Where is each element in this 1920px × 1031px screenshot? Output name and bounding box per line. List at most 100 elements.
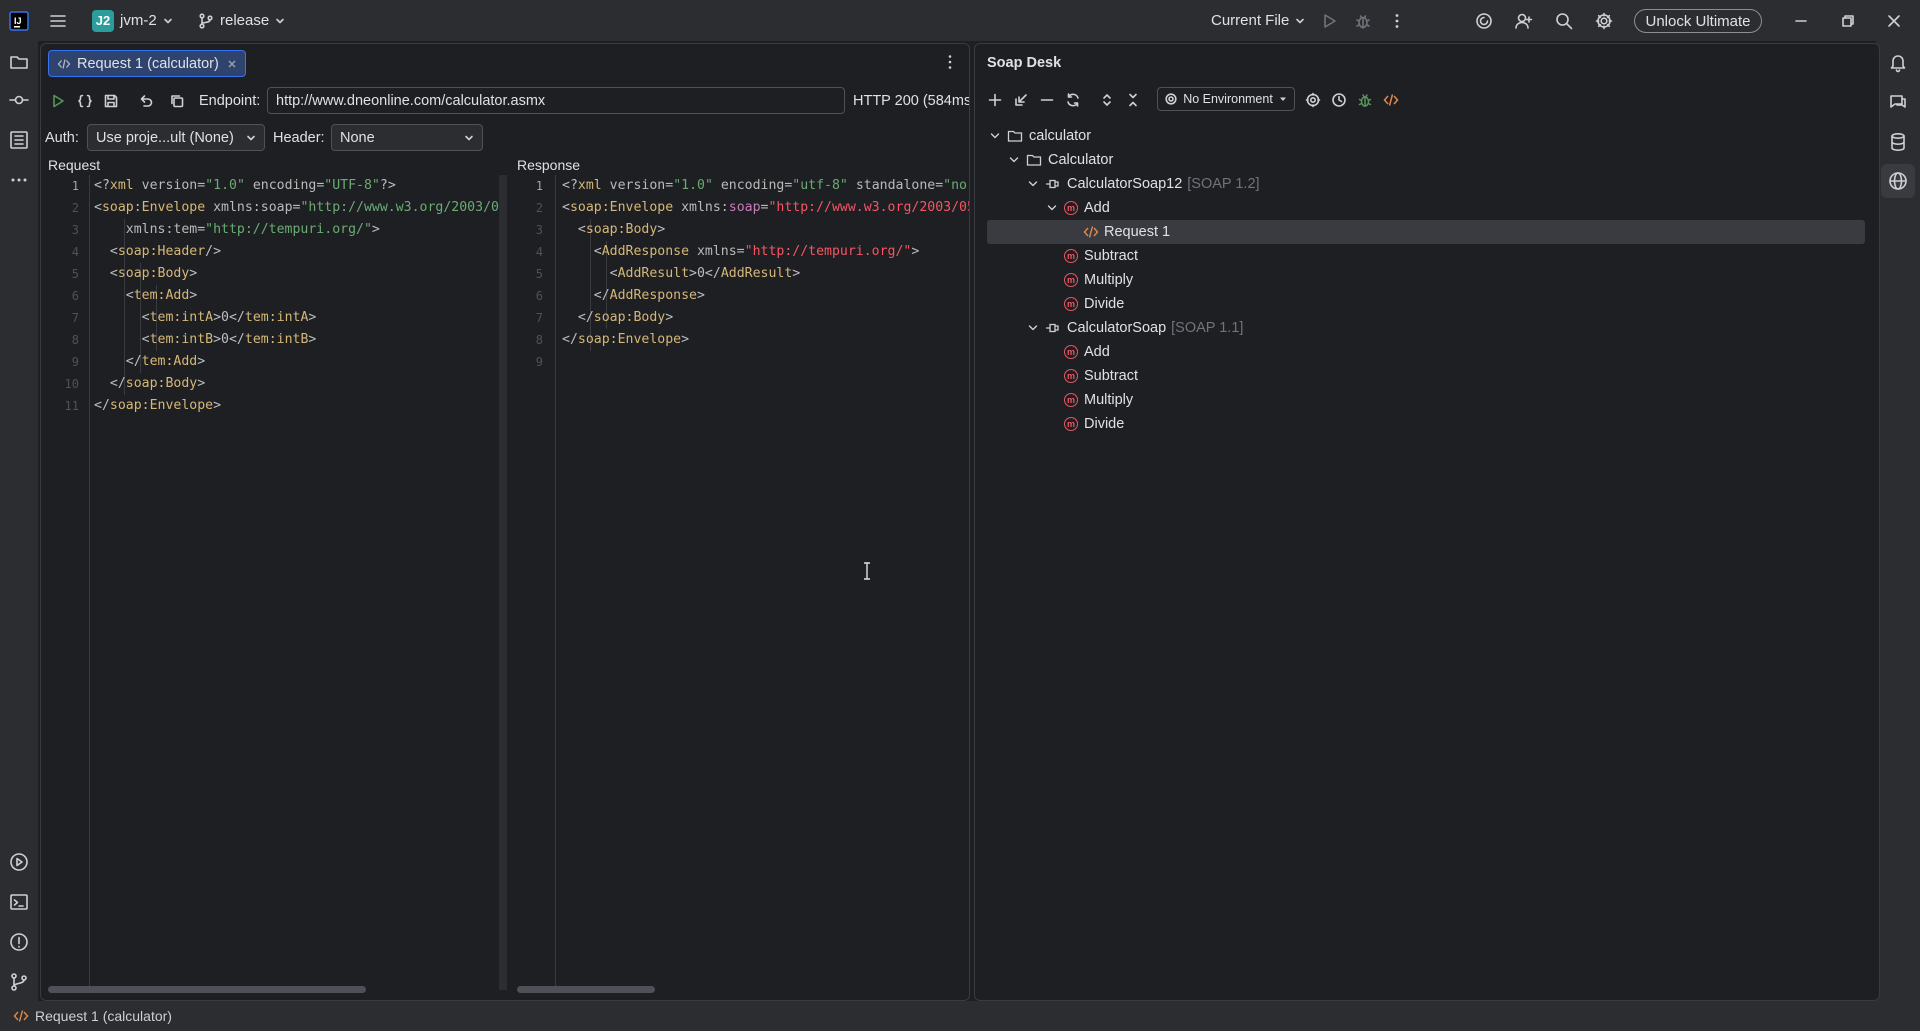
tree-node-method[interactable]: m Add	[987, 340, 1865, 364]
debug-icon[interactable]	[1354, 0, 1372, 41]
tree-node-label: Divide	[1084, 296, 1125, 312]
code-line: </soap:Body>	[94, 373, 205, 395]
terminal-icon[interactable]	[8, 891, 30, 913]
refresh-icon[interactable]	[1065, 92, 1081, 108]
save-icon[interactable]	[103, 93, 119, 109]
chevron-down-icon[interactable]	[1027, 322, 1039, 334]
endpoint-input[interactable]: http://www.dneonline.com/calculator.asmx	[267, 87, 845, 114]
remove-icon[interactable]	[1039, 92, 1055, 108]
unlock-ultimate-button[interactable]: Unlock Ultimate	[1634, 9, 1762, 33]
more-tools-icon[interactable]	[8, 169, 30, 191]
chevron-down-icon[interactable]	[1027, 178, 1039, 190]
editor-tab-label: Request 1 (calculator)	[77, 55, 219, 72]
chevron-down-icon[interactable]	[989, 130, 1001, 142]
tree-node-label: Multiply	[1084, 392, 1134, 408]
close-window-icon[interactable]	[1886, 0, 1902, 41]
tree-node-method[interactable]: m Subtract	[987, 244, 1865, 268]
tree-node-method[interactable]: m Divide	[987, 412, 1865, 436]
tree-node-method[interactable]: m Divide	[987, 292, 1865, 316]
ai-chat-icon[interactable]	[1887, 91, 1909, 113]
chevron-down-icon[interactable]	[1046, 202, 1058, 214]
expand-all-icon[interactable]	[1099, 92, 1115, 108]
minimize-icon[interactable]	[1793, 0, 1809, 41]
response-horizontal-scrollbar[interactable]	[517, 986, 655, 993]
response-code-editor[interactable]: 1 <?xml version="1.0" encoding="utf-8" st…	[509, 175, 969, 990]
auth-select[interactable]: Use proje...ult (None)	[87, 124, 265, 151]
search-icon[interactable]	[1554, 0, 1574, 41]
text-cursor-icon	[862, 562, 872, 580]
editor-tab[interactable]: Request 1 (calculator)	[48, 50, 246, 77]
environment-select[interactable]: No Environment	[1157, 87, 1295, 111]
tree-node-method[interactable]: m Multiply	[987, 388, 1865, 412]
pane-splitter[interactable]	[499, 175, 507, 990]
structure-icon[interactable]	[8, 129, 30, 151]
code-token: </	[562, 332, 578, 347]
code-line: <tem:Add>	[94, 285, 197, 307]
restore-icon[interactable]	[1840, 0, 1856, 41]
format-braces-icon[interactable]	[77, 93, 93, 109]
code-token: >	[371, 222, 380, 237]
environment-value: No Environment	[1183, 92, 1273, 106]
tree-node-method[interactable]: m Multiply	[987, 268, 1865, 292]
commit-icon[interactable]	[8, 89, 30, 111]
tree-node-method[interactable]: m Subtract	[987, 364, 1865, 388]
undo-icon[interactable]	[138, 93, 154, 109]
line-number: 6	[71, 289, 79, 303]
run-config-selector[interactable]: Current File	[1211, 0, 1305, 41]
add-user-icon[interactable]	[1514, 0, 1534, 41]
tree-node-folder[interactable]: calculator	[987, 124, 1865, 148]
code-line: <?xml version="1.0" encoding="utf-8" sta…	[562, 175, 969, 197]
tab-options-icon[interactable]	[942, 53, 958, 71]
code-token: "no"?>	[943, 178, 969, 193]
tree-node-binding[interactable]: CalculatorSoap [SOAP 1.1]	[987, 316, 1865, 340]
method-icon: m	[1064, 345, 1078, 359]
method-icon: m	[1064, 417, 1078, 431]
header-label: Header:	[273, 130, 325, 146]
main-menu-icon[interactable]	[48, 0, 68, 41]
soap-desk-tool-button[interactable]	[1881, 164, 1915, 198]
settings-gear-icon[interactable]	[1594, 0, 1614, 41]
tree-node-binding[interactable]: CalculatorSoap12 [SOAP 1.2]	[987, 172, 1865, 196]
status-breadcrumb[interactable]: Request 1 (calculator)	[35, 1008, 172, 1024]
code-line: </soap:Body>	[562, 307, 673, 329]
tree-node-label: Request 1	[1104, 224, 1171, 240]
close-tab-icon[interactable]	[227, 59, 237, 69]
ai-assistant-icon[interactable]	[1474, 0, 1494, 41]
code-token: soap:Body	[593, 310, 666, 325]
git-icon[interactable]	[8, 971, 30, 993]
request-horizontal-scrollbar[interactable]	[48, 986, 366, 993]
copy-icon[interactable]	[169, 93, 185, 109]
code-tag-icon[interactable]	[1383, 92, 1399, 108]
code-token: tem:intB	[244, 332, 309, 347]
database-icon[interactable]	[1887, 131, 1909, 153]
add-icon[interactable]	[987, 92, 1003, 108]
send-request-icon[interactable]	[50, 93, 66, 109]
import-icon[interactable]	[1013, 92, 1029, 108]
chevron-down-icon[interactable]	[1008, 154, 1020, 166]
environment-settings-icon[interactable]	[1305, 92, 1321, 108]
xml-tag-icon	[1083, 226, 1099, 238]
project-selector[interactable]: J2 jvm-2	[92, 0, 173, 41]
problems-icon[interactable]	[8, 931, 30, 953]
tree-node-method[interactable]: m Add	[987, 196, 1865, 220]
services-icon[interactable]	[8, 851, 30, 873]
method-icon: m	[1064, 297, 1078, 311]
request-code-editor[interactable]: 1 <?xml version="1.0" encoding="UTF-8"?> 2…	[41, 175, 499, 990]
branch-selector[interactable]: release	[198, 0, 285, 41]
code-line: </soap:Envelope>	[562, 329, 689, 351]
header-select[interactable]: None	[331, 124, 483, 151]
code-token: >	[213, 398, 222, 413]
line-number: 1	[535, 179, 543, 193]
tree-node-request[interactable]: Request 1	[987, 220, 1865, 244]
bug-icon[interactable]	[1357, 92, 1373, 108]
run-icon[interactable]	[1320, 0, 1338, 41]
tree-node-folder[interactable]: Calculator	[987, 148, 1865, 172]
notifications-bell-icon[interactable]	[1887, 51, 1909, 73]
code-token: xmlns:tem=	[94, 222, 206, 237]
code-token: </	[94, 354, 142, 369]
history-icon[interactable]	[1331, 92, 1347, 108]
endpoint-value: http://www.dneonline.com/calculator.asmx	[276, 92, 546, 109]
more-actions-icon[interactable]	[1388, 0, 1406, 41]
collapse-all-icon[interactable]	[1125, 92, 1141, 108]
project-folder-icon[interactable]	[8, 51, 30, 73]
